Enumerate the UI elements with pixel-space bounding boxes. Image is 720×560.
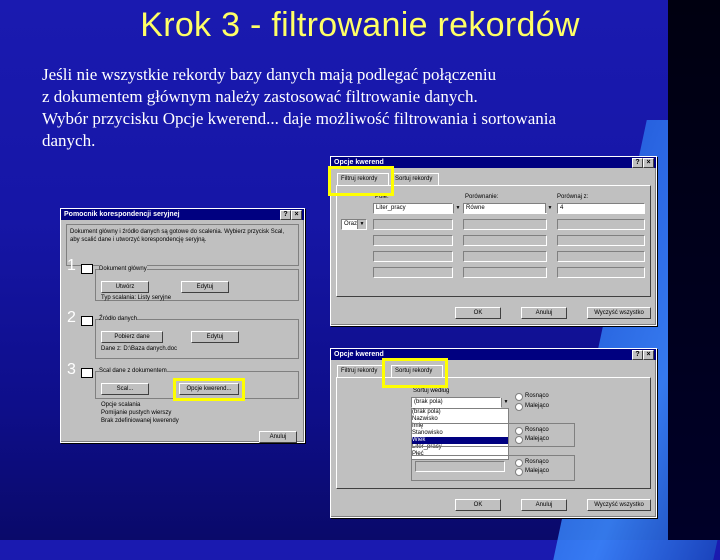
then-by2-select[interactable] [415,461,505,472]
document-icon [81,264,93,274]
create-button[interactable]: Utwórz [101,281,149,293]
ok-button[interactable]: OK [455,499,501,511]
merge-button[interactable]: Scal... [101,383,149,395]
close-icon[interactable]: × [291,210,302,220]
row5-compare-select[interactable] [463,267,547,278]
query-sort-dialog: Opcje kwerend ? × Filtruj rekordy Sortuj… [330,348,657,518]
dialog-title: Pomocnik korespondencji seryjnej [64,211,180,218]
step2-info: Dane z: D:\Baza danych.doc [101,346,178,352]
asc-radio-3[interactable] [515,459,523,467]
asc-label: Rosnąco [525,393,549,399]
edit-data-button[interactable]: Edytuj [191,331,239,343]
highlight-query-options [173,378,245,401]
step1-info: Typ scalania: Listy seryjne [101,295,172,301]
desc-label: Malejąco [525,403,550,409]
sort-by-select[interactable]: (brak pola) [411,397,501,408]
tab-filter-records[interactable]: Filtruj rekordy [337,365,385,377]
sort-by-label: Sortuj według [413,388,450,394]
list-item[interactable]: Nazwisko [412,416,508,423]
merge-icon [81,368,93,378]
close-icon[interactable]: × [643,158,654,168]
row3-value-input[interactable] [557,235,645,246]
desc-radio-1[interactable] [515,403,523,411]
step-number-2: 2 [67,309,76,326]
chevron-down-icon[interactable]: ▼ [453,204,462,213]
body-line: Jeśli nie wszystkie rekordy bazy danych … [42,65,497,84]
mail-merge-helper-dialog: Pomocnik korespondencji seryjnej ? × Dok… [60,208,305,443]
step3-label: Scal dane z dokumentem [99,367,167,375]
asc-radio-1[interactable] [515,393,523,401]
row3-field-select[interactable] [373,235,453,246]
list-item[interactable]: (brak pola) [412,409,508,416]
body-line: Wybór przycisku Opcje kwerend... daje mo… [42,109,557,128]
value-column-label: Porównaj z: [557,194,589,200]
row3-compare-select[interactable] [463,235,547,246]
then-by-group [411,423,575,447]
help-icon[interactable]: ? [632,350,643,360]
asc-label-3: Rosnąco [525,459,549,465]
desc-radio-3[interactable] [515,468,523,476]
cancel-button[interactable]: Anuluj [521,499,567,511]
row2-compare-select[interactable] [463,219,547,230]
step2-label: Źródło danych [99,315,138,323]
row5-value-input[interactable] [557,267,645,278]
body-line: danych. [42,131,96,150]
asc-label-2: Rosnąco [525,427,549,433]
dialog-titlebar: Opcje kwerend ? × [331,349,656,360]
row4-field-select[interactable] [373,251,453,262]
row1-value-input[interactable]: 4 [557,203,645,214]
desc-label-3: Malejąco [525,468,550,474]
dialog-title: Opcje kwerend [334,159,384,166]
tab-sort-records[interactable]: Sortuj rekordy [391,173,439,185]
highlight-filter-tab [328,166,394,196]
help-icon[interactable]: ? [280,210,291,220]
ok-button[interactable]: OK [455,307,501,319]
chevron-down-icon[interactable]: ▼ [545,204,554,213]
options-title: Opcje scalania [101,402,141,408]
row4-compare-select[interactable] [463,251,547,262]
intro-text: Dokument główny i źródło danych są gotow… [70,229,285,243]
close-icon[interactable]: × [643,350,654,360]
dialog-titlebar: Pomocnik korespondencji seryjnej ? × [61,209,304,220]
body-line: z dokumentem głównym należy zastosować f… [42,87,478,106]
chevron-down-icon[interactable]: ▼ [501,398,510,407]
clear-all-button[interactable]: Wyczyść wszystko [587,307,651,319]
step-number-3: 3 [67,361,76,378]
asc-radio-2[interactable] [515,427,523,435]
options-line1: Pomijanie pustych wierszy [101,410,172,416]
step-number-1: 1 [67,257,76,274]
row2-value-input[interactable] [557,219,645,230]
row2-field-select[interactable] [373,219,453,230]
data-source-icon [81,316,93,326]
step1-label: Dokument główny [99,265,147,273]
slide-title: Krok 3 - filtrowanie rekordów [140,6,580,44]
compare-column-label: Porównanie: [465,194,499,200]
row5-field-select[interactable] [373,267,453,278]
highlight-sort-tab [382,358,448,388]
dialog-title: Opcje kwerend [334,351,384,358]
desc-radio-2[interactable] [515,436,523,444]
intro-box: Dokument główny i źródło danych są gotow… [66,224,299,266]
chevron-down-icon[interactable]: ▼ [357,220,366,229]
slide-body: Jeśli nie wszystkie rekordy bazy danych … [42,64,682,152]
desc-label-2: Malejąco [525,436,550,442]
options-line2: Brak zdefiniowanej kwerendy [101,418,179,424]
cancel-button[interactable]: Anuluj [521,307,567,319]
help-icon[interactable]: ? [632,158,643,168]
close-button[interactable]: Anuluj [259,431,297,443]
row4-value-input[interactable] [557,251,645,262]
clear-all-button[interactable]: Wyczyść wszystko [587,499,651,511]
edit-main-button[interactable]: Edytuj [181,281,229,293]
row1-compare-select[interactable]: Równe [463,203,547,214]
row1-field-select[interactable]: Liter_pracy [373,203,453,214]
get-data-button[interactable]: Pobierz dane [101,331,163,343]
